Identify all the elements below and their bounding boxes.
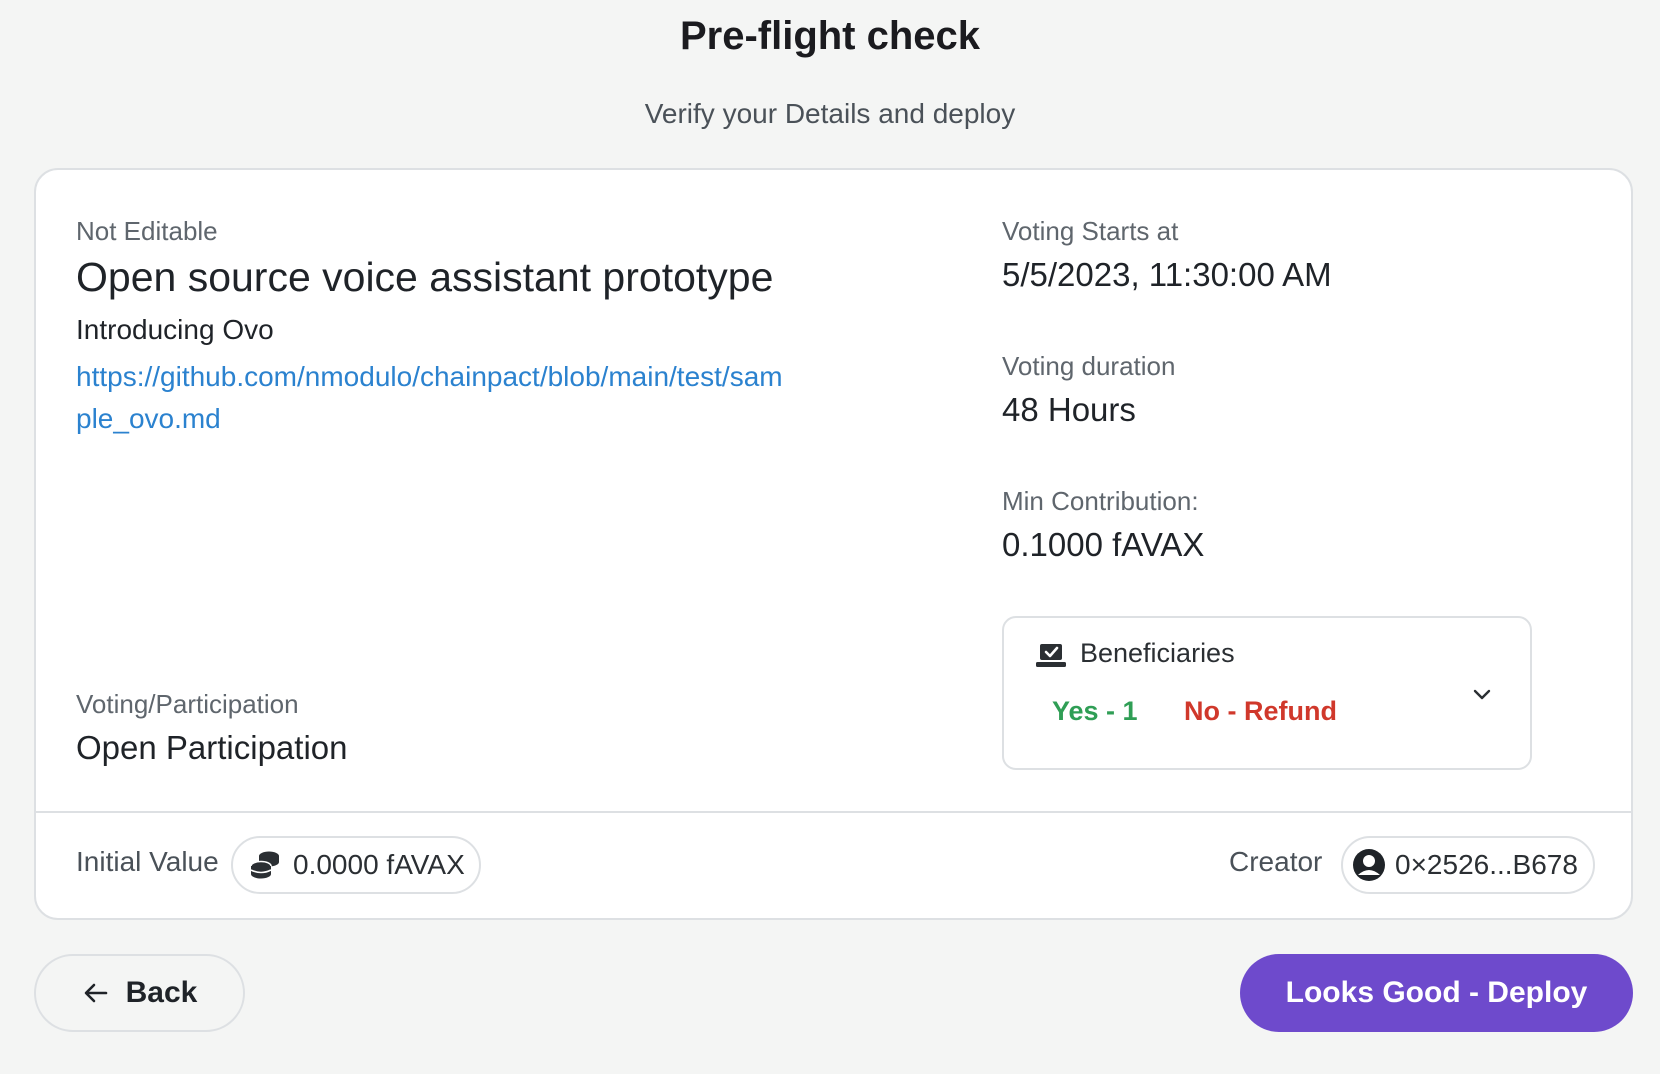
deploy-label: Looks Good - Deploy: [1285, 976, 1588, 1009]
beneficiaries-accordion[interactable]: Beneficiaries Yes - 1 No - Refund: [1002, 616, 1532, 770]
chevron-down-icon[interactable]: [1470, 682, 1494, 706]
proposal-link[interactable]: https://github.com/nmodulo/chainpact/blo…: [76, 356, 796, 440]
voting-participation-label: Voting/Participation: [76, 689, 299, 719]
deploy-button[interactable]: Looks Good - Deploy: [1240, 954, 1633, 1032]
card-divider: [36, 811, 1631, 813]
page-subtitle: Verify your Details and deploy: [644, 98, 1016, 129]
arrow-left-icon: [84, 983, 107, 1003]
initial-value-pill: 0.0000 fAVAX: [231, 836, 481, 894]
min-contribution-label: Min Contribution:: [1002, 486, 1199, 516]
initial-value-label: Initial Value: [76, 846, 219, 877]
beneficiaries-no: No - Refund: [1184, 696, 1337, 726]
page-title: Pre-flight check: [679, 14, 981, 58]
coins-icon: [250, 851, 279, 879]
voting-starts-value: 5/5/2023, 11:30:00 AM: [1002, 256, 1332, 293]
initial-value-amount: 0.0000 fAVAX: [293, 849, 465, 880]
details-card: Not Editable Open source voice assistant…: [34, 168, 1633, 920]
proposal-title: Open source voice assistant prototype: [76, 254, 774, 300]
min-contribution-value: 0.1000 fAVAX: [1002, 526, 1205, 563]
account-circle-icon: [1353, 849, 1385, 881]
voting-starts-label: Voting Starts at: [1002, 216, 1179, 246]
creator-label: Creator: [1229, 846, 1323, 877]
voting-duration-label: Voting duration: [1002, 351, 1176, 381]
not-editable-label: Not Editable: [76, 216, 218, 246]
creator-pill[interactable]: 0×2526...B678: [1341, 836, 1595, 894]
preflight-page: Pre-flight check Verify your Details and…: [0, 0, 1660, 1074]
proposal-intro: Introducing Ovo: [76, 314, 274, 345]
voting-participation-value: Open Participation: [76, 729, 348, 766]
beneficiaries-yes: Yes - 1: [1052, 696, 1138, 726]
back-button[interactable]: Back: [34, 954, 245, 1032]
back-label: Back: [125, 976, 198, 1009]
beneficiaries-title: Beneficiaries: [1080, 638, 1235, 668]
beneficiaries-icon: [1036, 644, 1066, 667]
creator-address: 0×2526...B678: [1395, 849, 1578, 880]
voting-duration-value: 48 Hours: [1002, 391, 1136, 428]
